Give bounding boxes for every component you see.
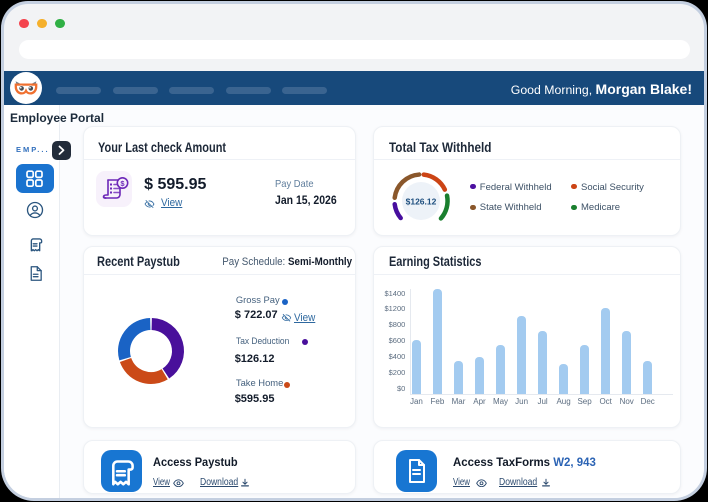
svg-text:$126.12: $126.12 [406,197,437,207]
